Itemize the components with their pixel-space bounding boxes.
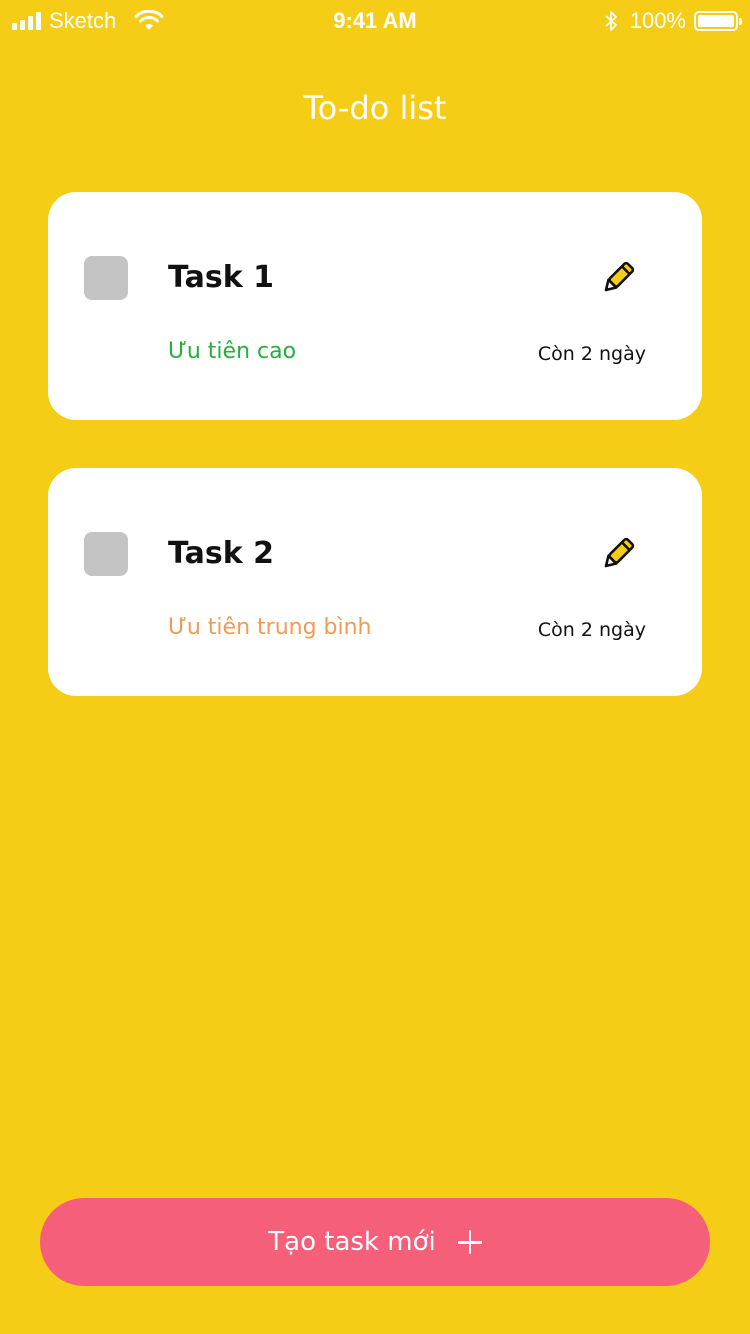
create-task-label: Tạo task mới <box>268 1227 436 1257</box>
battery-percent: 100% <box>629 8 686 33</box>
status-bar: Sketch 9:41 AM 100% <box>0 0 750 40</box>
pencil-icon <box>604 537 635 568</box>
create-task-button[interactable]: Tạo task mới <box>40 1198 710 1286</box>
task-priority: Ưu tiên trung bình <box>168 615 372 640</box>
task-card: Task 2 Ưu tiên trung bình Còn 2 ngày <box>48 468 702 696</box>
plus-icon <box>457 1230 482 1254</box>
task-checkbox[interactable] <box>84 532 128 576</box>
edit-task-button[interactable] <box>596 532 640 576</box>
page-title: To-do list <box>303 89 447 127</box>
pencil-icon <box>604 261 635 292</box>
task-card: Task 1 Ưu tiên cao Còn 2 ngày <box>48 192 702 420</box>
battery-nub <box>739 18 742 25</box>
bluetooth-icon <box>605 11 617 31</box>
task-checkbox[interactable] <box>84 256 128 300</box>
status-right: 100% <box>604 7 742 35</box>
battery-icon <box>694 11 742 31</box>
task-due: Còn 2 ngày <box>537 343 646 365</box>
edit-task-button[interactable] <box>596 256 640 300</box>
battery-fill <box>698 15 734 27</box>
task-due: Còn 2 ngày <box>537 619 646 641</box>
task-priority: Ưu tiên cao <box>168 339 297 364</box>
task-title: Task 1 <box>168 260 274 295</box>
task-title: Task 2 <box>168 536 274 571</box>
